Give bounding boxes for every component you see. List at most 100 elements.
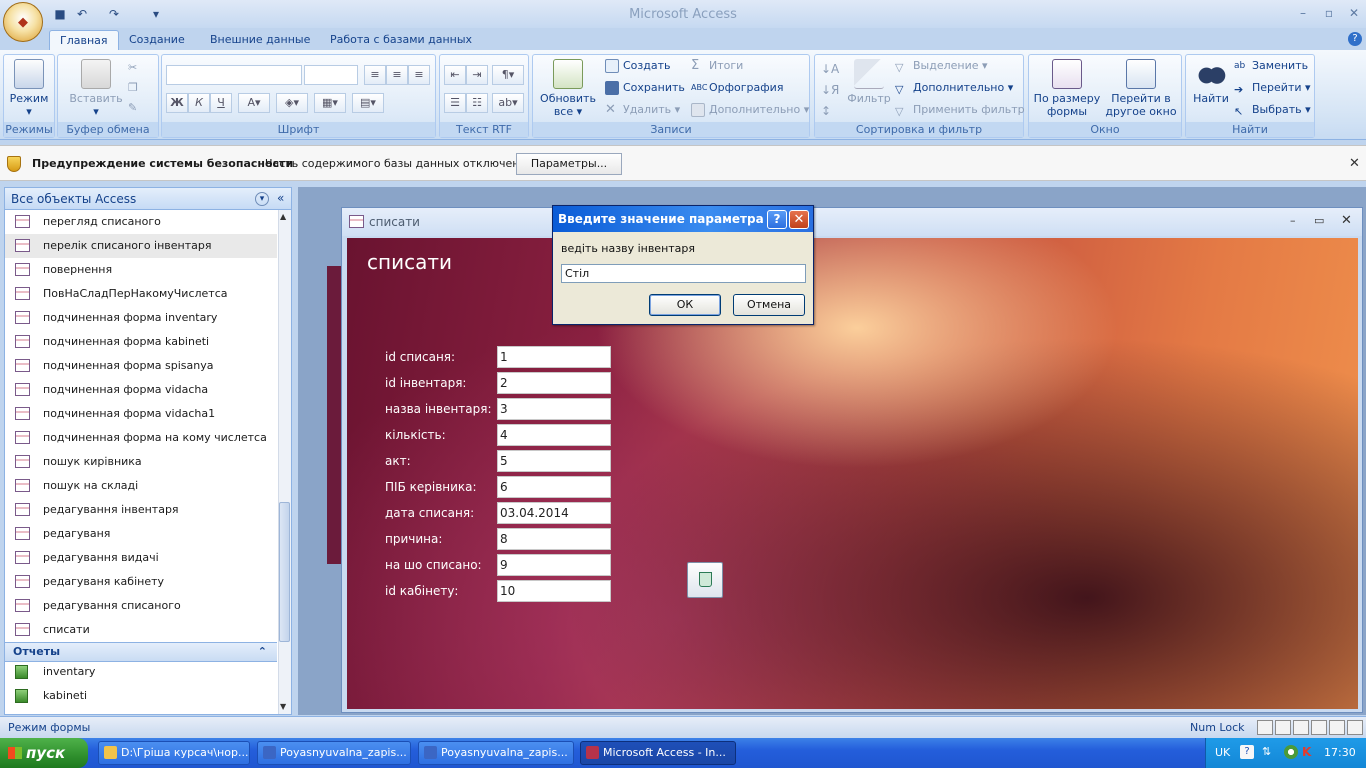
- fit-to-form-button[interactable]: По размеру формы: [1031, 59, 1103, 118]
- find-button[interactable]: Найти: [1190, 59, 1232, 105]
- tab-database-tools[interactable]: Работа с базами данных: [320, 30, 482, 50]
- select-button[interactable]: ↖ Выбрать ▾: [1234, 101, 1311, 119]
- format-painter-icon[interactable]: ✎: [128, 101, 137, 114]
- nav-scroll-thumb[interactable]: [279, 502, 290, 642]
- nav-form-edit-writeoffs[interactable]: редагування списаного: [5, 594, 277, 618]
- align-center-icon[interactable]: ≡: [386, 65, 408, 85]
- field-value[interactable]: 6: [497, 476, 611, 498]
- tray-app-icon[interactable]: [1284, 745, 1298, 759]
- field-value[interactable]: 1: [497, 346, 611, 368]
- indent-decrease-icon[interactable]: ⇤: [444, 65, 466, 85]
- replace-button[interactable]: ab Заменить: [1234, 57, 1308, 75]
- refresh-all-button[interactable]: Обновить все ▾: [536, 59, 600, 118]
- parameter-input[interactable]: Стіл: [561, 264, 806, 283]
- nav-form-returns[interactable]: повернення: [5, 258, 277, 282]
- totals-button[interactable]: Σ Итоги: [691, 57, 743, 75]
- reports-section-header[interactable]: Отчеты ⌃: [5, 642, 277, 662]
- office-button[interactable]: ◆: [3, 2, 43, 42]
- filter-button[interactable]: Фильтр: [845, 59, 893, 105]
- nav-form-subform-kabineti[interactable]: подчиненная форма kabineti: [5, 330, 277, 354]
- numbering-icon[interactable]: ☷: [466, 93, 488, 113]
- nav-form-write-off[interactable]: списати: [5, 618, 277, 642]
- nav-form-subform-spisanya[interactable]: подчиненная форма spisanya: [5, 354, 277, 378]
- align-left-icon[interactable]: ≡: [364, 65, 386, 85]
- sort-icons[interactable]: ↓A ↓Я ↕: [821, 59, 839, 122]
- font-name-box[interactable]: [166, 65, 302, 85]
- nav-header[interactable]: Все объекты Access ▾ «: [5, 188, 291, 210]
- maximize-icon[interactable]: ▫: [1318, 4, 1340, 22]
- copy-icon[interactable]: ❐: [128, 81, 138, 94]
- collapse-pane-icon[interactable]: «: [277, 191, 284, 205]
- close-icon[interactable]: ✕: [1343, 4, 1365, 22]
- scroll-up-icon[interactable]: ▲: [280, 212, 286, 221]
- taskbar-item[interactable]: Microsoft Access - In...: [580, 741, 736, 765]
- field-value[interactable]: 03.04.2014: [497, 502, 611, 524]
- paste-button[interactable]: Вставить ▾: [68, 59, 124, 118]
- close-icon[interactable]: ✕: [1349, 156, 1360, 171]
- align-right-icon[interactable]: ≡: [408, 65, 430, 85]
- close-icon[interactable]: ✕: [1341, 213, 1352, 228]
- italic-icon[interactable]: К: [188, 93, 210, 113]
- gridlines-icon[interactable]: ▦▾: [314, 93, 346, 113]
- nav-form-viewed-writeoffs[interactable]: перегляд списаного: [5, 210, 277, 234]
- form-window-titlebar[interactable]: списати – ▭ ✕: [342, 208, 1362, 236]
- network-icon[interactable]: ⇅: [1262, 745, 1276, 759]
- nav-form-subform-vidacha1[interactable]: подчиненная форма vidacha1: [5, 402, 277, 426]
- nav-form-edit-inventory[interactable]: редагування інвентаря: [5, 498, 277, 522]
- cut-icon[interactable]: ✂: [128, 61, 137, 74]
- goto-button[interactable]: ➔ Перейти ▾: [1234, 79, 1311, 97]
- layout-view-icon[interactable]: [1329, 720, 1345, 735]
- pivot-table-icon[interactable]: [1293, 720, 1309, 735]
- pivot-chart-icon[interactable]: [1311, 720, 1327, 735]
- bullets-icon[interactable]: ☰: [444, 93, 466, 113]
- save-record-button[interactable]: Сохранить: [605, 79, 685, 97]
- nav-form-subform-vidacha[interactable]: подчиненная форма vidacha: [5, 378, 277, 402]
- bold-icon[interactable]: Ж: [166, 93, 188, 113]
- more-records-button[interactable]: Дополнительно ▾: [691, 101, 809, 119]
- nav-report-kabineti[interactable]: kabineti: [5, 684, 277, 708]
- ok-button[interactable]: ОК: [649, 294, 721, 316]
- datasheet-view-icon[interactable]: [1275, 720, 1291, 735]
- antivirus-icon[interactable]: K: [1302, 745, 1316, 759]
- toggle-filter-button[interactable]: ▽ Применить фильтр: [895, 101, 1025, 119]
- chevron-down-icon[interactable]: ▾: [255, 192, 269, 206]
- scroll-down-icon[interactable]: ▼: [280, 702, 286, 711]
- maximize-icon[interactable]: ▭: [1314, 214, 1324, 227]
- tab-create[interactable]: Создание: [119, 30, 195, 50]
- field-value[interactable]: 4: [497, 424, 611, 446]
- tab-home[interactable]: Главная: [49, 30, 119, 50]
- underline-icon[interactable]: Ч: [210, 93, 232, 113]
- nav-form-subform-inventary[interactable]: подчиненная форма inventary: [5, 306, 277, 330]
- tab-external-data[interactable]: Внешние данные: [200, 30, 320, 50]
- minimize-icon[interactable]: –: [1292, 4, 1314, 22]
- dialog-titlebar[interactable]: Введите значение параметра ? ✕: [553, 206, 813, 232]
- field-value[interactable]: 10: [497, 580, 611, 602]
- form-view-icon[interactable]: [1257, 720, 1273, 735]
- view-mode-button[interactable]: Режим ▾: [4, 59, 54, 118]
- indent-increase-icon[interactable]: ⇥: [466, 65, 488, 85]
- font-size-box[interactable]: [304, 65, 358, 85]
- design-view-icon[interactable]: [1347, 720, 1363, 735]
- switch-window-button[interactable]: Перейти вдругое окно ▾: [1103, 59, 1179, 131]
- field-value[interactable]: 8: [497, 528, 611, 550]
- nav-form-search-warehouse[interactable]: пошук на складі: [5, 474, 277, 498]
- selection-filter-button[interactable]: ▽ Выделение ▾: [895, 57, 988, 75]
- field-value[interactable]: 9: [497, 554, 611, 576]
- highlight-icon[interactable]: ab▾: [492, 93, 524, 113]
- security-options-button[interactable]: Параметры...: [516, 153, 622, 175]
- delete-record-button[interactable]: [687, 562, 723, 598]
- taskbar-item[interactable]: Poyasnyuvalna_zapis...: [257, 741, 411, 765]
- alt-fill-icon[interactable]: ▤▾: [352, 93, 384, 113]
- help-tray-icon[interactable]: ?: [1240, 745, 1254, 759]
- paragraph-icon[interactable]: ¶▾: [492, 65, 524, 85]
- field-value[interactable]: 2: [497, 372, 611, 394]
- help-icon[interactable]: ?: [767, 210, 787, 229]
- new-record-button[interactable]: Создать: [605, 57, 671, 75]
- fill-color-icon[interactable]: ◈▾: [276, 93, 308, 113]
- advanced-filter-button[interactable]: ▽ Дополнительно ▾: [895, 79, 1013, 97]
- field-value[interactable]: 5: [497, 450, 611, 472]
- cancel-button[interactable]: Отмена: [733, 294, 805, 316]
- nav-form-stock-by-person[interactable]: ПовНаСладПерНакомуЧислетса: [5, 282, 277, 306]
- delete-record-button[interactable]: ✕ Удалить ▾: [605, 101, 680, 119]
- close-icon[interactable]: ✕: [789, 210, 809, 229]
